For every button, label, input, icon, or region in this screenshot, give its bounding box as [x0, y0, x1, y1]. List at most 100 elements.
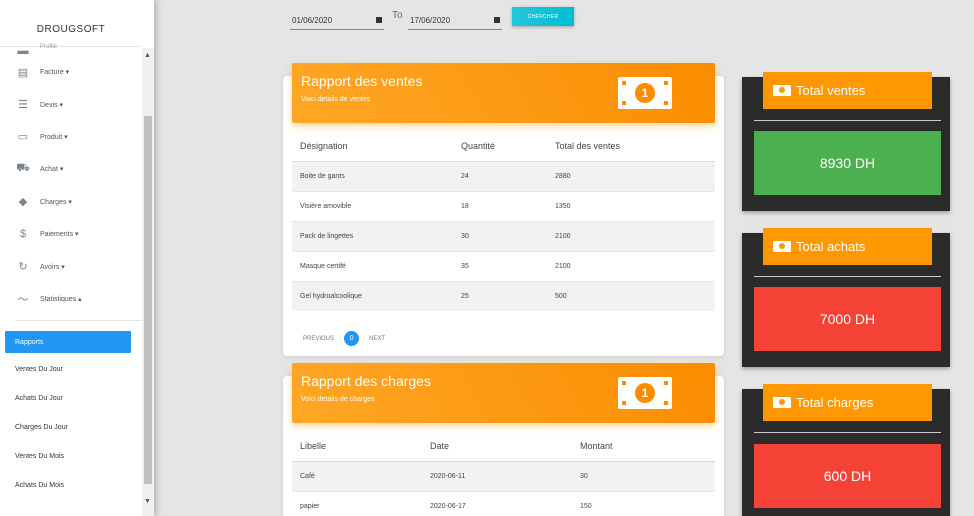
- total-achats-value: 7000 DH: [754, 287, 941, 351]
- sales-report-header: Rapport des ventes Voici details de vent…: [292, 63, 715, 123]
- sidebar-item-profile[interactable]: ▬ Profile: [0, 40, 142, 57]
- date-from-input[interactable]: 01/06/2020: [290, 12, 384, 30]
- charges-report-header: Rapport des charges Voici details de cha…: [292, 363, 715, 423]
- table-cell: 18: [453, 190, 547, 221]
- date-to-input[interactable]: 17/06/2020: [408, 12, 502, 30]
- page-number-button[interactable]: 0: [344, 331, 360, 346]
- sidebar-item-label: Charges ▾: [40, 198, 72, 206]
- total-charges-value: 600 DH: [754, 444, 941, 508]
- table-cell: Café: [292, 460, 422, 491]
- column-header-designation[interactable]: Désignation: [292, 131, 453, 162]
- table-row: Café 2020-06-11 30: [292, 460, 715, 491]
- total-achats-widget: Total achats 7000 DH: [742, 228, 950, 367]
- sales-report-subtitle: Voici details de ventes: [301, 96, 371, 103]
- table-row: Pack de lingettes 30 2100: [292, 220, 715, 251]
- previous-page-button[interactable]: PREVIOUS: [303, 336, 334, 342]
- charges-table: Libelle Date Montant Café 2020-06-11 30 pa…: [292, 431, 715, 516]
- charges-report-subtitle: Voici details de charges: [301, 396, 375, 403]
- sales-report-title: Rapport des ventes: [301, 73, 423, 89]
- chart-line-icon: 〜: [17, 293, 29, 306]
- sales-report-card: Rapport des ventes Voici details de vent…: [283, 63, 724, 356]
- column-header-libelle[interactable]: Libelle: [292, 431, 422, 462]
- column-header-total-ventes[interactable]: Total des ventes: [547, 131, 715, 162]
- box-icon: ▭: [17, 131, 29, 144]
- search-button[interactable]: CHERCHER: [512, 7, 574, 26]
- total-charges-header: Total charges: [763, 384, 932, 421]
- sidebar-item-label: Paiements ▾: [40, 231, 79, 239]
- scroll-up-arrow-icon[interactable]: ▲: [144, 52, 151, 59]
- table-cell: Gel hydroalcoolique: [292, 280, 453, 311]
- table-cell: Visière amovible: [292, 190, 453, 221]
- sidebar-item-statistiques[interactable]: 〜 Statistiques ▴: [0, 283, 142, 315]
- money-bill-icon: 1: [618, 77, 672, 109]
- table-cell: 2020-06-11: [422, 460, 572, 491]
- total-charges-widget: Total charges 600 DH: [742, 384, 950, 516]
- sidebar-item-paiements[interactable]: $ Paiements ▾: [0, 218, 142, 250]
- menu-divider: [16, 320, 142, 321]
- cart-icon: ⛟: [16, 162, 30, 175]
- sidebar-item-achat[interactable]: ⛟ Achat ▾: [0, 153, 142, 185]
- dollar-icon: $: [19, 228, 27, 241]
- table-cell: 35: [453, 250, 547, 281]
- sidebar-subitem-achats-du-jour[interactable]: Achats Du Jour: [15, 395, 63, 402]
- total-ventes-widget: Total ventes 8930 DH: [742, 72, 950, 211]
- table-cell: 2880: [547, 160, 715, 191]
- scroll-down-arrow-icon[interactable]: ▼: [144, 498, 151, 505]
- date-from-value: 01/06/2020: [292, 16, 333, 25]
- sales-table: Désignation Quantité Total des ventes Bo…: [292, 131, 715, 311]
- sidebar-item-charges[interactable]: ◆ Charges ▾: [0, 186, 142, 218]
- calendar-icon[interactable]: [494, 17, 500, 23]
- sidebar-item-label: Produit ▾: [40, 133, 68, 141]
- sidebar-item-produit[interactable]: ▭ Produit ▾: [0, 121, 142, 153]
- total-ventes-value: 8930 DH: [754, 131, 941, 195]
- sidebar-item-label: Facture ▾: [40, 69, 70, 77]
- money-bill-icon: [773, 397, 791, 408]
- sidebar-subitem-ventes-du-mois[interactable]: Ventes Du Mois: [15, 453, 64, 460]
- money-bill-icon: [773, 85, 791, 96]
- sidebar-subitem-ventes-du-jour[interactable]: Ventes Du Jour: [15, 366, 63, 373]
- sidebar: DROUGSOFT ▬ Profile ▤ Facture ▾ ☰ Devis …: [0, 0, 154, 516]
- sidebar-item-rapports[interactable]: Rapports: [5, 331, 131, 353]
- table-row: papier 2020-06-17 150: [292, 490, 715, 516]
- table-row: Visière amovible 18 1350: [292, 190, 715, 221]
- table-cell: 1350: [547, 190, 715, 221]
- calendar-icon[interactable]: [376, 17, 382, 23]
- column-header-date[interactable]: Date: [422, 431, 572, 462]
- sidebar-item-label: Profile: [40, 44, 58, 50]
- total-charges-label: Total charges: [796, 395, 874, 410]
- sidebar-item-devis[interactable]: ☰ Devis ▾: [0, 88, 142, 120]
- total-divider: [754, 120, 941, 121]
- table-cell: 30: [572, 460, 715, 491]
- table-cell: Pack de lingettes: [292, 220, 453, 251]
- table-cell: 2020-06-17: [422, 490, 572, 516]
- total-ventes-label: Total ventes: [796, 83, 866, 98]
- sidebar-item-avoirs[interactable]: ↻ Avoirs ▾: [0, 250, 142, 282]
- table-cell: 150: [572, 490, 715, 516]
- sidebar-item-label: Achat ▾: [40, 166, 64, 174]
- table-cell: Boite de gants: [292, 160, 453, 191]
- sidebar-subitem-charges-du-jour[interactable]: Charges Du Jour: [15, 424, 68, 431]
- charges-report-card: Rapport des charges Voici details de cha…: [283, 363, 724, 516]
- total-achats-label: Total achats: [796, 239, 866, 254]
- column-header-montant[interactable]: Montant: [572, 431, 715, 462]
- next-page-button[interactable]: NEXT: [369, 336, 385, 342]
- sidebar-scroll-thumb[interactable]: [144, 116, 152, 484]
- money-bill-icon: 1: [618, 377, 672, 409]
- refresh-icon: ↻: [18, 261, 28, 274]
- total-divider: [754, 432, 941, 433]
- sidebar-item-label: Devis ▾: [40, 101, 63, 109]
- total-divider: [754, 276, 941, 277]
- table-cell: papier: [292, 490, 422, 516]
- table-row: Masque certifé 35 2100: [292, 250, 715, 281]
- date-to-value: 17/06/2020: [410, 16, 451, 25]
- table-cell: 2100: [547, 250, 715, 281]
- date-range-separator: To: [392, 10, 403, 21]
- money-bill-icon: [773, 241, 791, 252]
- sidebar-menu: ▬ Profile ▤ Facture ▾ ☰ Devis ▾ ▭ Produi…: [0, 40, 142, 315]
- sidebar-subitem-achats-du-mois[interactable]: Achats Du Mois: [15, 482, 64, 489]
- table-row: Boite de gants 24 2880: [292, 160, 715, 191]
- list-icon: ☰: [18, 99, 28, 112]
- column-header-quantite[interactable]: Quantité: [453, 131, 547, 162]
- table-cell: Masque certifé: [292, 250, 453, 281]
- sidebar-item-facture[interactable]: ▤ Facture ▾: [0, 56, 142, 88]
